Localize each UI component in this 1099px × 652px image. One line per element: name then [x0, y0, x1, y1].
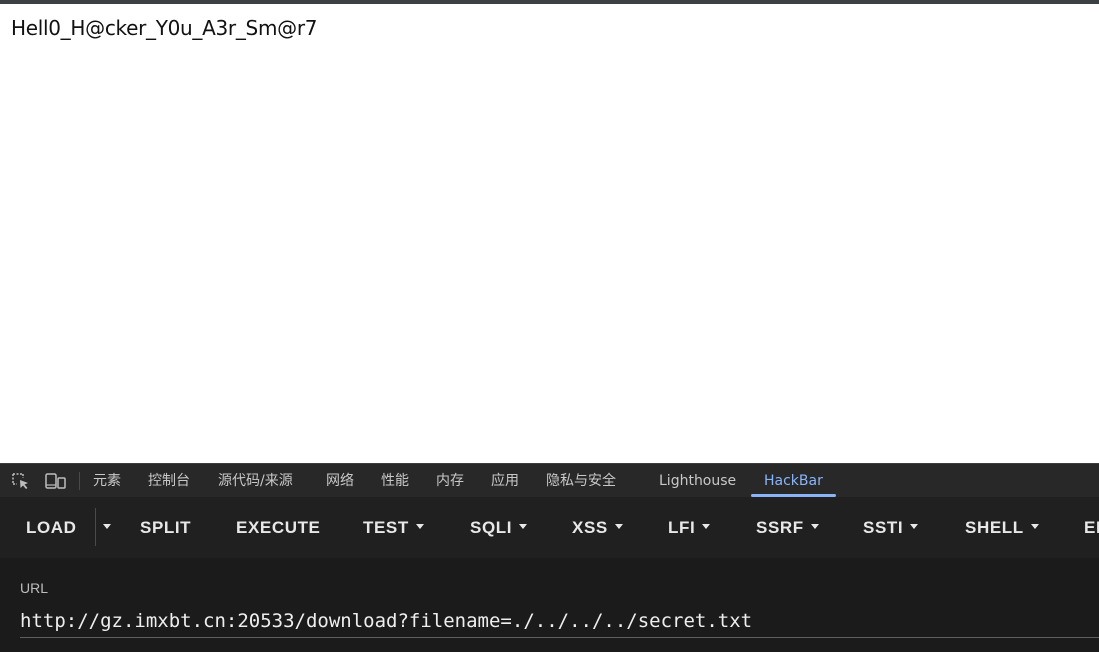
- xss-menu-button[interactable]: XSS: [572, 497, 623, 558]
- chevron-down-icon: [1030, 524, 1039, 530]
- execute-button-label: EXECUTE: [236, 518, 321, 537]
- tab-lighthouse[interactable]: Lighthouse: [659, 464, 736, 498]
- xss-menu-label: XSS: [572, 518, 608, 537]
- ssti-menu-label: SSTI: [863, 518, 904, 537]
- load-dropdown-button[interactable]: [96, 497, 111, 558]
- chevron-down-icon: [910, 524, 919, 530]
- load-button[interactable]: LOAD: [26, 497, 77, 558]
- sqli-menu-label: SQLI: [470, 518, 513, 537]
- chevron-down-icon: [519, 524, 528, 530]
- tab-privacy-security[interactable]: 隐私与安全: [546, 464, 616, 498]
- chevron-down-icon: [614, 524, 623, 530]
- load-button-label: LOAD: [26, 518, 77, 537]
- tab-application[interactable]: 应用: [491, 464, 519, 498]
- devtools-separator: [79, 472, 80, 490]
- chevron-down-icon: [702, 524, 711, 530]
- shell-menu-label: SHELL: [965, 518, 1024, 537]
- lfi-menu-button[interactable]: LFI: [668, 497, 711, 558]
- device-toolbar-icon[interactable]: [45, 472, 66, 490]
- chevron-down-icon: [415, 524, 424, 530]
- chevron-down-icon: [103, 524, 111, 530]
- tab-sources[interactable]: 源代码/来源: [218, 464, 293, 498]
- split-button-label: SPLIT: [140, 518, 192, 537]
- page-content: Hell0_H@cker_Y0u_A3r_Sm@r7: [0, 4, 1099, 463]
- tab-performance[interactable]: 性能: [381, 464, 409, 498]
- hackbar-toolbar: LOAD SPLIT EXECUTE TEST SQLI XSS LFI SSR…: [0, 497, 1099, 558]
- chevron-down-icon: [810, 524, 819, 530]
- truncated-menu-button[interactable]: EI: [1084, 497, 1099, 558]
- test-menu-button[interactable]: TEST: [363, 497, 424, 558]
- url-input[interactable]: [20, 604, 1099, 638]
- ssrf-menu-button[interactable]: SSRF: [756, 497, 819, 558]
- inspect-element-icon[interactable]: [11, 472, 31, 490]
- test-menu-label: TEST: [363, 518, 409, 537]
- url-panel: URL: [0, 558, 1099, 652]
- execute-button[interactable]: EXECUTE: [236, 497, 321, 558]
- tab-elements[interactable]: 元素: [93, 464, 121, 498]
- ssti-menu-button[interactable]: SSTI: [863, 497, 919, 558]
- tab-memory[interactable]: 内存: [436, 464, 464, 498]
- lfi-menu-label: LFI: [668, 518, 696, 537]
- tab-console[interactable]: 控制台: [148, 464, 190, 498]
- sqli-menu-button[interactable]: SQLI: [470, 497, 528, 558]
- truncated-menu-label: EI: [1084, 518, 1099, 537]
- shell-menu-button[interactable]: SHELL: [965, 497, 1039, 558]
- devtools-tab-bar: 元素 控制台 源代码/来源 网络 性能 内存 应用 隐私与安全 Lighthou…: [0, 463, 1099, 497]
- ssrf-menu-label: SSRF: [756, 518, 804, 537]
- tab-hackbar[interactable]: HackBar: [764, 464, 823, 498]
- page-body-text: Hell0_H@cker_Y0u_A3r_Sm@r7: [11, 16, 318, 40]
- split-button[interactable]: SPLIT: [140, 497, 191, 558]
- url-label: URL: [20, 580, 49, 596]
- tab-network[interactable]: 网络: [326, 464, 354, 498]
